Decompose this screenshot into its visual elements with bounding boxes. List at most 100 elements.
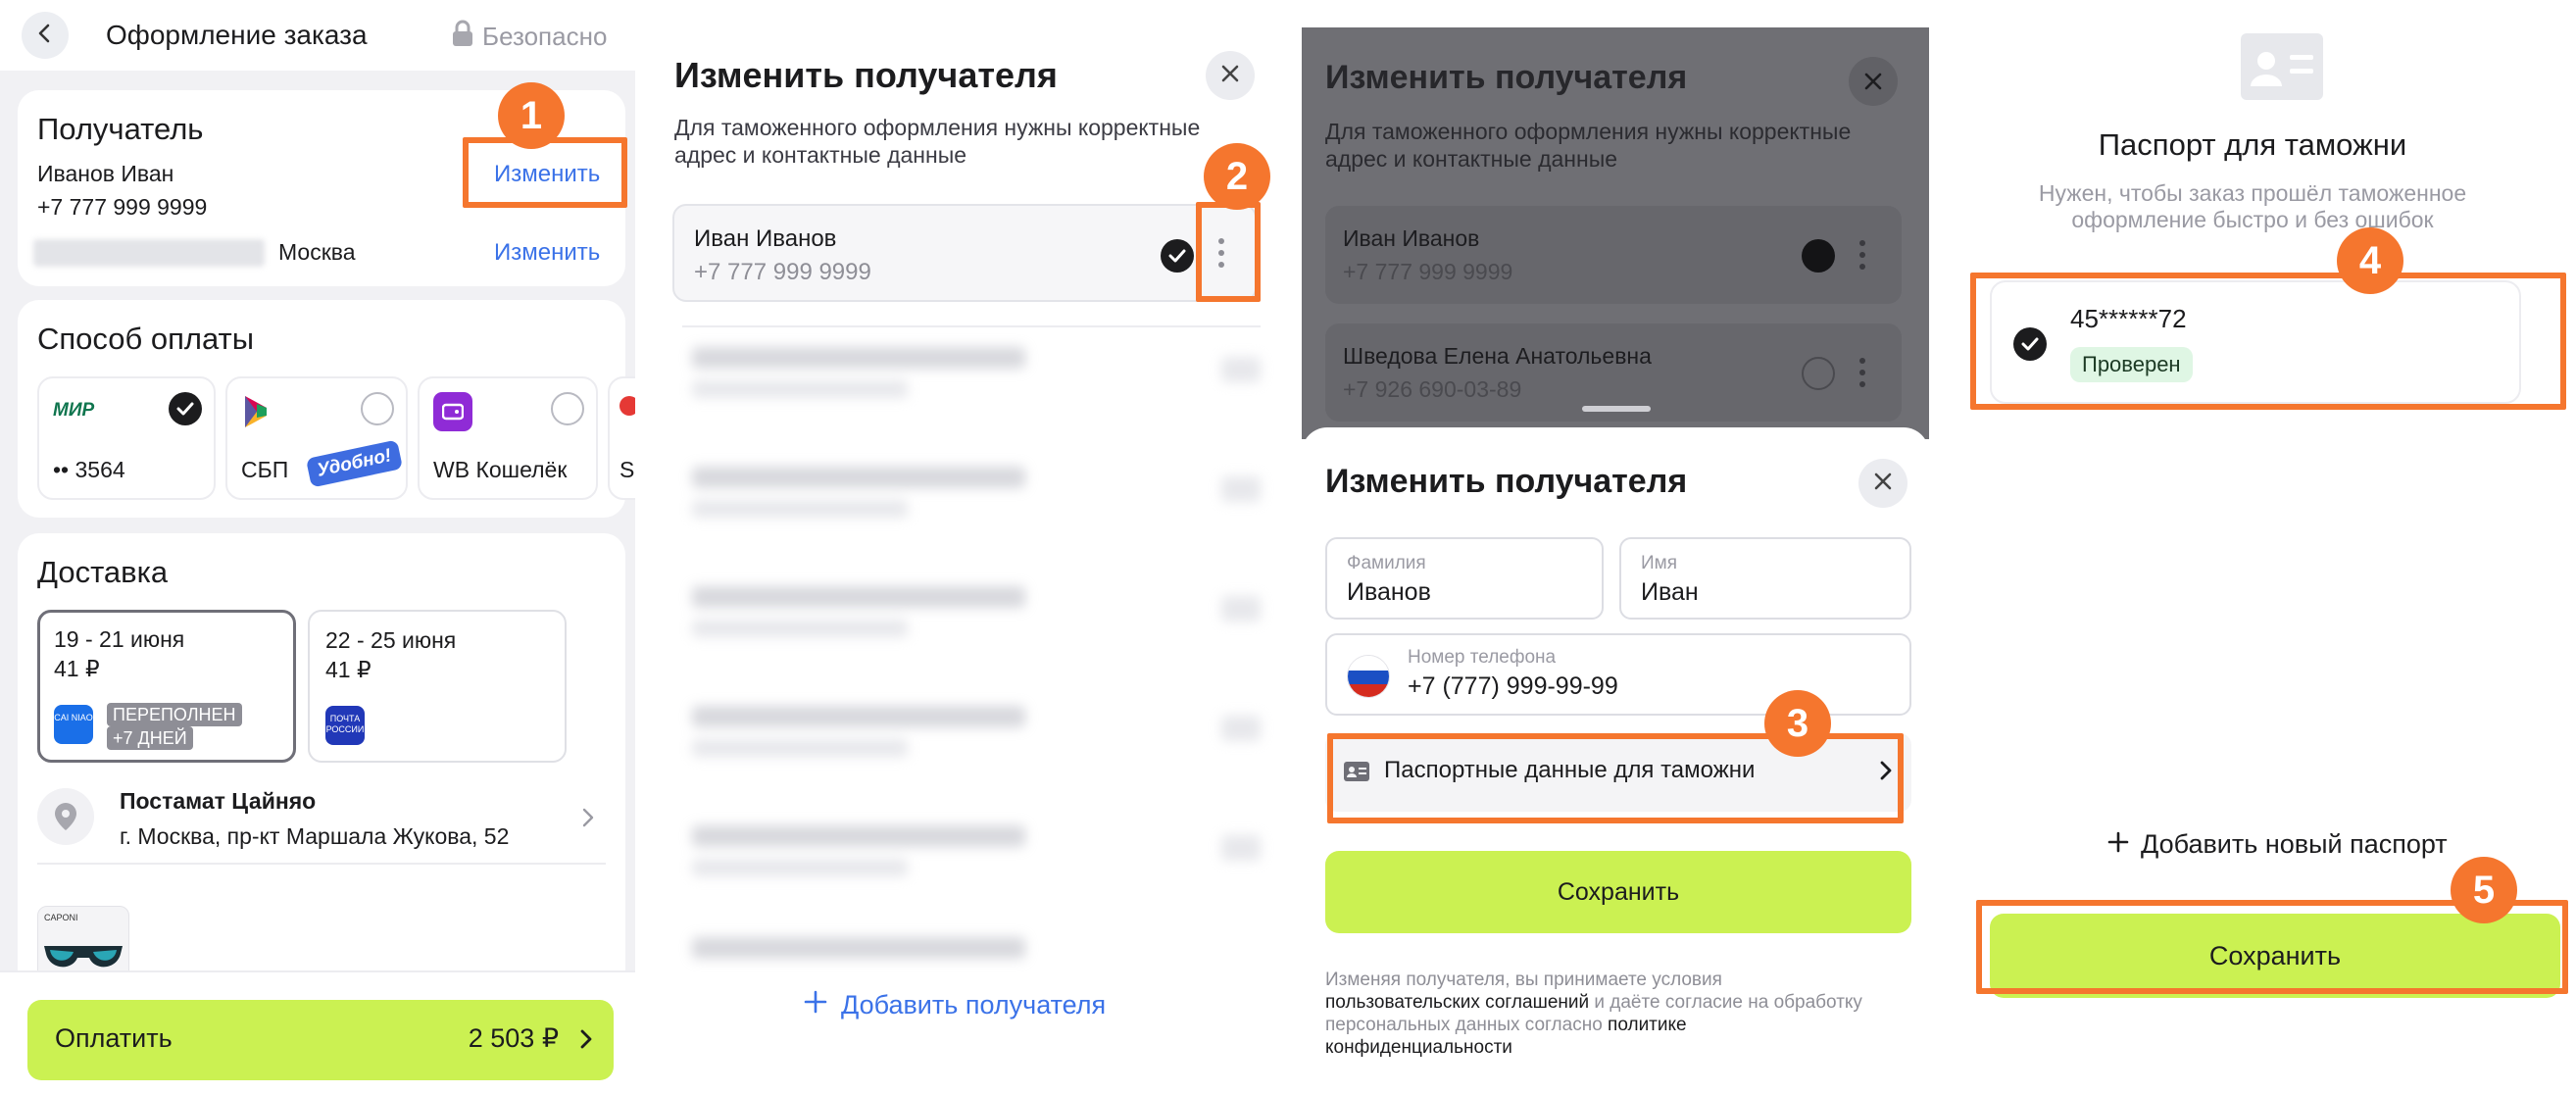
delivery-city: Москва <box>278 239 356 265</box>
step-4-marker: 4 <box>2337 227 2403 294</box>
overload-badge: ПЕРЕПОЛНЕН <box>107 703 242 726</box>
close-button[interactable] <box>1858 459 1907 508</box>
delivery-price: 41 ₽ <box>54 656 100 681</box>
delivery-dates: 22 - 25 июня <box>325 627 457 653</box>
recipient-heading: Получатель <box>37 112 204 146</box>
sheet-title: Изменить получателя <box>674 55 1058 95</box>
payment-option-sbp[interactable]: СБП Удобно! <box>225 376 408 500</box>
close-icon <box>1849 57 1898 106</box>
checkmark-icon <box>1161 239 1194 273</box>
sbp-logo-icon <box>243 394 269 434</box>
legal-line: пользовательских соглашений и даёте согл… <box>1325 991 1913 1014</box>
russia-flag-icon <box>1347 655 1390 698</box>
payment-option-more[interactable]: S <box>608 376 635 500</box>
bg-recipient-phone: +7 777 999 9999 <box>1343 259 1513 284</box>
bg-subtitle: Для таможенного оформления нужны коррект… <box>1325 118 1851 173</box>
firstname-label: Имя <box>1641 553 1678 573</box>
delivery-dates: 19 - 21 июня <box>54 626 185 652</box>
back-button[interactable] <box>22 12 69 59</box>
save-button[interactable]: Сохранить <box>1325 851 1911 933</box>
page-title: Оформление заказа <box>106 20 368 50</box>
delivery-heading: Доставка <box>37 555 169 589</box>
add-passport-button[interactable]: Добавить новый паспорт <box>2107 829 2448 860</box>
payment-option-partial-label: S <box>619 457 635 482</box>
payment-option-mir[interactable]: МИР •• 3564 <box>37 376 216 500</box>
close-icon <box>1220 64 1240 88</box>
passport-screen-title: Паспорт для таможни <box>2098 127 2407 162</box>
subtitle-line: адрес и контактные данные <box>674 142 967 168</box>
delivery-option-2[interactable]: 22 - 25 июня 41 ₽ ПОЧТА РОССИИ <box>308 610 567 763</box>
phone-label: Номер телефона <box>1408 647 1557 668</box>
recipient-item[interactable]: Иван Иванов +7 777 999 9999 <box>672 204 1257 302</box>
change-recipient-sheet: Изменить получателя Для таможенного офор… <box>635 0 1302 1094</box>
blurred-recipient-row <box>692 820 1261 878</box>
step-5-marker: 5 <box>2451 857 2517 923</box>
chevron-left-icon <box>34 23 56 49</box>
payment-option-wb-wallet[interactable]: WB Кошелёк <box>418 376 598 500</box>
checkmark-icon <box>169 392 202 425</box>
phone-value: +7 (777) 999-99-99 <box>1408 672 1618 700</box>
address-blurred <box>33 239 265 267</box>
sheet-grabber[interactable] <box>1582 406 1651 412</box>
recipient-phone: +7 777 999 9999 <box>694 259 871 285</box>
plus-icon <box>2107 829 2129 860</box>
delivery-price: 41 ₽ <box>325 657 372 682</box>
recipient-name: Иван Иванов <box>694 225 837 252</box>
user-agreement-link[interactable]: пользовательских соглашений <box>1325 992 1589 1013</box>
chevron-right-icon <box>582 808 594 832</box>
subtitle-line: оформление быстро и без ошибок <box>2071 207 2434 232</box>
add-passport-label: Добавить новый паспорт <box>2141 829 2448 859</box>
pickup-address: г. Москва, пр-кт Маршала Жукова, 52 <box>120 823 510 849</box>
divider <box>682 325 1261 327</box>
location-pin-icon <box>37 788 94 845</box>
pickup-title: Постамат Цайняо <box>120 788 317 814</box>
pay-button[interactable]: Оплатить 2 503 ₽ <box>27 1000 614 1080</box>
checkout-header: Оформление заказа Безопасно <box>0 0 635 71</box>
pay-button-label: Оплатить <box>55 1023 173 1053</box>
edit-recipient-form: Изменить получателя Для таможенного офор… <box>1302 0 1929 1094</box>
payment-heading: Способ оплаты <box>37 322 255 356</box>
legal-line: персональных данных согласно политике <box>1325 1014 1913 1036</box>
subtitle-line: Для таможенного оформления нужны коррект… <box>1325 119 1852 144</box>
promo-badge: Удобно! <box>305 439 404 488</box>
card-last-digits: •• 3564 <box>53 457 125 482</box>
privacy-policy-link[interactable]: политике <box>1608 1015 1687 1035</box>
radio-unselected <box>361 392 394 425</box>
id-card-icon <box>2241 33 2323 105</box>
blurred-recipient-row <box>692 461 1261 520</box>
step-1-marker: 1 <box>498 82 565 149</box>
lock-icon <box>451 20 474 54</box>
product-brand: CAPONI <box>44 913 78 922</box>
tutorial-screenshot: Оформление заказа Безопасно Получатель И… <box>0 0 2576 1094</box>
add-recipient-label: Добавить получателя <box>841 990 1107 1019</box>
payment-logo-icon <box>619 396 635 416</box>
change-address-link[interactable]: Изменить <box>494 239 600 267</box>
close-button[interactable] <box>1206 51 1255 100</box>
step-2-marker: 2 <box>1204 143 1270 210</box>
add-recipient-button[interactable]: Добавить получателя <box>804 990 1106 1020</box>
sheet-subtitle: Для таможенного оформления нужны коррект… <box>674 114 1200 169</box>
legal-text: Изменяя получателя, вы принимаете услови… <box>1325 969 1913 1059</box>
blurred-recipient-row <box>692 931 1261 961</box>
firstname-field[interactable]: Имя Иван <box>1619 537 1911 620</box>
checkmark-icon <box>1802 239 1835 273</box>
privacy-policy-link[interactable]: конфиденциальности <box>1325 1036 1913 1059</box>
sbp-label: СБП <box>241 457 289 482</box>
pickup-point-row[interactable]: Постамат Цайняо г. Москва, пр-кт Маршала… <box>37 780 606 865</box>
firstname-value: Иван <box>1641 578 1699 606</box>
more-vertical-icon <box>1858 357 1866 393</box>
plus-icon <box>804 990 827 1020</box>
sheet-title: Изменить получателя <box>1325 463 1688 500</box>
lastname-field[interactable]: Фамилия Иванов <box>1325 537 1604 620</box>
secure-label: Безопасно <box>482 22 608 51</box>
bg-recipient-phone: +7 926 690-03-89 <box>1343 376 1522 402</box>
bg-recipient-name: Шведова Елена Анатольевна <box>1343 343 1652 369</box>
delivery-option-1[interactable]: 19 - 21 июня 41 ₽ CAI NIAO ПЕРЕПОЛНЕН +7… <box>37 610 296 763</box>
passport-screen-subtitle: Нужен, чтобы заказ прошёл таможенное офо… <box>1929 180 2576 233</box>
legal-fragment: и даёте согласие на обработку <box>1589 992 1862 1013</box>
radio-unselected <box>1802 357 1835 390</box>
more-vertical-icon <box>1858 239 1866 275</box>
dimmed-background-sheet: Изменить получателя Для таможенного офор… <box>1302 27 1929 439</box>
bg-recipient-name: Иван Иванов <box>1343 225 1480 251</box>
blurred-recipient-row <box>692 700 1261 759</box>
